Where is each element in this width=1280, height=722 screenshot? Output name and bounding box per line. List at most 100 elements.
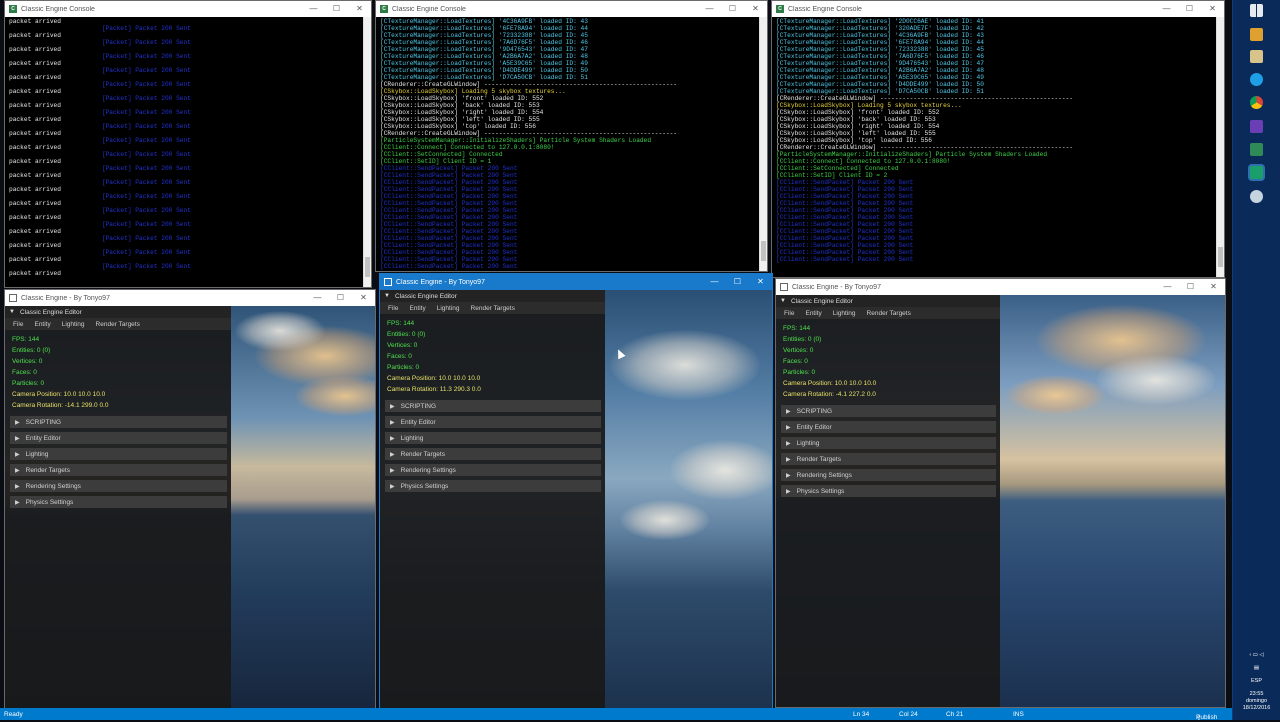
section-entity-editor[interactable]: ▶Entity Editor bbox=[385, 416, 601, 428]
notepad-icon[interactable] bbox=[1250, 143, 1263, 156]
cloud bbox=[1096, 355, 1216, 405]
console-line: packet arrived bbox=[9, 228, 359, 235]
maximize-button[interactable]: ☐ bbox=[721, 1, 744, 17]
section-render-targets[interactable]: ▶Render Targets bbox=[781, 453, 996, 465]
console-window-client-2[interactable]: C Classic Engine Console — ☐ ✕ [CTexture… bbox=[771, 0, 1225, 278]
section-scripting[interactable]: ▶SCRIPTING bbox=[10, 416, 227, 428]
menu-entity[interactable]: Entity bbox=[34, 321, 50, 328]
menu-lighting[interactable]: Lighting bbox=[62, 321, 85, 328]
section-scripting[interactable]: ▶SCRIPTING bbox=[781, 405, 996, 417]
skybox-viewport[interactable]: ▼Classic Engine Editor File Entity Light… bbox=[776, 295, 1225, 707]
close-button[interactable]: ✕ bbox=[348, 1, 371, 17]
stat-line: Faces: 0 bbox=[783, 356, 1000, 367]
skybox-viewport[interactable]: ▼Classic Engine Editor File Entity Light… bbox=[380, 290, 772, 708]
menu-file[interactable]: File bbox=[13, 321, 23, 328]
menu-render-targets[interactable]: Render Targets bbox=[867, 310, 911, 317]
titlebar[interactable]: Classic Engine - By Tonyo97 — ☐ ✕ bbox=[380, 274, 772, 290]
console-line: [CTextureManager::LoadTextures] '4C36A9F… bbox=[776, 32, 1212, 39]
scrollbar-thumb[interactable] bbox=[365, 257, 370, 277]
section-rendering-settings[interactable]: ▶Rendering Settings bbox=[385, 464, 601, 476]
section-lighting[interactable]: ▶Lighting bbox=[385, 432, 601, 444]
close-button[interactable]: ✕ bbox=[1201, 1, 1224, 17]
console-line: [CSkybox::LoadSkybox] 'back' loaded ID: … bbox=[380, 102, 755, 109]
close-button[interactable]: ✕ bbox=[749, 274, 772, 290]
section-physics-settings[interactable]: ▶Physics Settings bbox=[385, 480, 601, 492]
minimize-button[interactable]: — bbox=[306, 290, 329, 306]
collapse-arrow-icon[interactable]: ▼ bbox=[9, 309, 15, 315]
windows-start-icon[interactable] bbox=[1250, 4, 1263, 17]
collapse-arrow-icon[interactable]: ▼ bbox=[780, 298, 786, 304]
skype-icon[interactable] bbox=[1250, 73, 1263, 86]
editor-panel-header[interactable]: ▼Classic Engine Editor bbox=[5, 306, 231, 318]
steam-icon[interactable] bbox=[1250, 190, 1263, 203]
section-render-targets[interactable]: ▶Render Targets bbox=[10, 464, 227, 476]
section-physics-settings[interactable]: ▶Physics Settings bbox=[10, 496, 227, 508]
console-line: [CSkybox::LoadSkybox] 'front' loaded ID:… bbox=[380, 95, 755, 102]
visual-studio-icon[interactable] bbox=[1250, 120, 1263, 133]
engine-window-right[interactable]: Classic Engine - By Tonyo97 — ☐ ✕ ▼Class… bbox=[775, 278, 1226, 708]
maximize-button[interactable]: ☐ bbox=[726, 274, 749, 290]
stat-line: Faces: 0 bbox=[12, 367, 231, 378]
menu-render-targets[interactable]: Render Targets bbox=[471, 305, 515, 312]
minimize-button[interactable]: — bbox=[703, 274, 726, 290]
maximize-button[interactable]: ☐ bbox=[1179, 279, 1202, 295]
section-lighting[interactable]: ▶Lighting bbox=[10, 448, 227, 460]
section-physics-settings[interactable]: ▶Physics Settings bbox=[781, 485, 996, 497]
console-line: packet arrived bbox=[9, 256, 359, 263]
tray-time[interactable]: 23:55 bbox=[1233, 691, 1280, 698]
photos-icon[interactable] bbox=[1250, 50, 1263, 63]
console-window-client-1[interactable]: C Classic Engine Console — ☐ ✕ [CTexture… bbox=[375, 0, 768, 272]
media-player-icon[interactable] bbox=[1250, 28, 1263, 41]
editor-panel-header[interactable]: ▼Classic Engine Editor bbox=[380, 290, 605, 302]
vertical-scrollbar[interactable] bbox=[363, 17, 371, 287]
close-button[interactable]: ✕ bbox=[1202, 279, 1225, 295]
section-rendering-settings[interactable]: ▶Rendering Settings bbox=[781, 469, 996, 481]
editor-panel-header[interactable]: ▼Classic Engine Editor bbox=[776, 295, 1000, 307]
maximize-button[interactable]: ☐ bbox=[1178, 1, 1201, 17]
titlebar[interactable]: Classic Engine - By Tonyo97 — ☐ ✕ bbox=[5, 290, 375, 306]
minimize-button[interactable]: — bbox=[698, 1, 721, 17]
collapse-arrow-icon[interactable]: ▼ bbox=[384, 293, 390, 299]
engine-window-middle[interactable]: Classic Engine - By Tonyo97 — ☐ ✕ ▼Class… bbox=[379, 273, 773, 709]
minimize-button[interactable]: — bbox=[1155, 1, 1178, 17]
section-rendering-settings[interactable]: ▶Rendering Settings bbox=[10, 480, 227, 492]
console-line: packet arrived bbox=[9, 186, 359, 193]
menu-render-targets[interactable]: Render Targets bbox=[96, 321, 140, 328]
section-render-targets[interactable]: ▶Render Targets bbox=[385, 448, 601, 460]
console-output: [CTextureManager::LoadTextures] '2D0CC6A… bbox=[772, 17, 1224, 277]
menu-file[interactable]: File bbox=[784, 310, 794, 317]
maximize-button[interactable]: ☐ bbox=[325, 1, 348, 17]
stat-line: Entities: 0 (0) bbox=[12, 345, 231, 356]
maximize-button[interactable]: ☐ bbox=[329, 290, 352, 306]
engine-window-left[interactable]: Classic Engine - By Tonyo97 — ☐ ✕ ▼Class… bbox=[4, 289, 376, 709]
scrollbar-thumb[interactable] bbox=[1218, 247, 1223, 267]
notification-icon[interactable]: ▤ bbox=[1233, 665, 1280, 672]
menu-entity[interactable]: Entity bbox=[409, 305, 425, 312]
minimize-button[interactable]: — bbox=[302, 1, 325, 17]
close-button[interactable]: ✕ bbox=[744, 1, 767, 17]
menu-lighting[interactable]: Lighting bbox=[833, 310, 856, 317]
vertical-scrollbar[interactable] bbox=[759, 17, 767, 271]
section-entity-editor[interactable]: ▶Entity Editor bbox=[10, 432, 227, 444]
menu-entity[interactable]: Entity bbox=[805, 310, 821, 317]
titlebar[interactable]: C Classic Engine Console — ☐ ✕ bbox=[772, 1, 1224, 17]
console-window-server[interactable]: C Classic Engine Console — ☐ ✕ packet ar… bbox=[4, 0, 372, 288]
chrome-icon[interactable] bbox=[1250, 96, 1263, 109]
scrollbar-thumb[interactable] bbox=[761, 241, 766, 261]
section-entity-editor[interactable]: ▶Entity Editor bbox=[781, 421, 996, 433]
skybox-viewport[interactable]: ▼Classic Engine Editor File Entity Light… bbox=[5, 306, 375, 708]
tray-icons[interactable]: ‹ ▭ ◁ bbox=[1233, 652, 1280, 659]
titlebar[interactable]: Classic Engine - By Tonyo97 — ☐ ✕ bbox=[776, 279, 1225, 295]
minimize-button[interactable]: — bbox=[1156, 279, 1179, 295]
tray-language[interactable]: ESP bbox=[1233, 678, 1280, 685]
section-lighting[interactable]: ▶Lighting bbox=[781, 437, 996, 449]
vertical-scrollbar[interactable] bbox=[1216, 17, 1224, 277]
menu-file[interactable]: File bbox=[388, 305, 398, 312]
section-scripting[interactable]: ▶SCRIPTING bbox=[385, 400, 601, 412]
titlebar[interactable]: C Classic Engine Console — ☐ ✕ bbox=[5, 1, 371, 17]
menu-lighting[interactable]: Lighting bbox=[437, 305, 460, 312]
console-taskbar-icon[interactable] bbox=[1250, 166, 1263, 179]
close-button[interactable]: ✕ bbox=[352, 290, 375, 306]
titlebar[interactable]: C Classic Engine Console — ☐ ✕ bbox=[376, 1, 767, 17]
console-line: [CSkybox::LoadSkybox] Loading 5 skybox t… bbox=[776, 102, 1212, 109]
